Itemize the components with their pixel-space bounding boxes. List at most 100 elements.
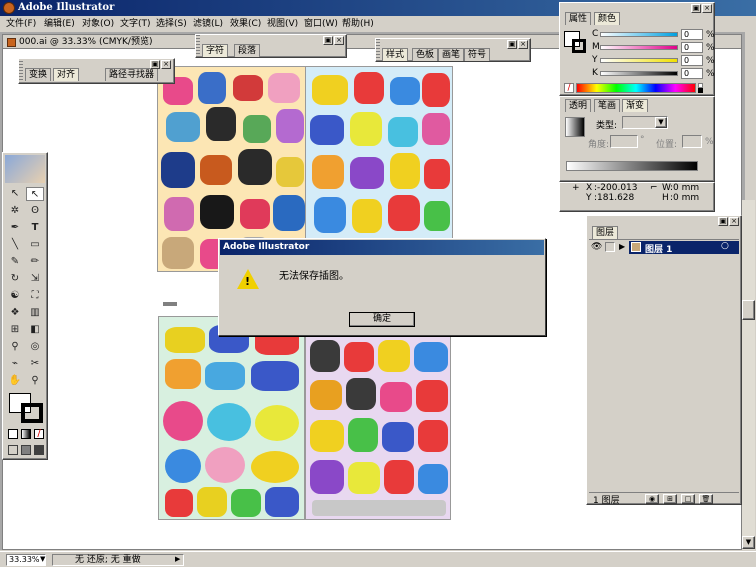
- lock-toggle[interactable]: [605, 242, 615, 252]
- hand-tool-icon[interactable]: ✋: [6, 374, 24, 388]
- tab-character[interactable]: 字符: [202, 44, 229, 57]
- close-icon[interactable]: ×: [702, 4, 712, 13]
- minimize-icon[interactable]: ▣: [323, 36, 333, 45]
- scissors-icon[interactable]: ✂: [26, 357, 44, 371]
- free-transform-icon[interactable]: ⛶: [26, 289, 44, 303]
- menu-object[interactable]: 对象(O): [82, 16, 114, 32]
- menu-view[interactable]: 视图(V): [267, 16, 298, 32]
- angle-input[interactable]: [610, 135, 638, 148]
- chevron-right-icon[interactable]: ▶: [619, 241, 629, 253]
- gradient-slider-bar[interactable]: [566, 161, 698, 171]
- full-screen-icon[interactable]: [34, 445, 44, 455]
- gradient-type-select[interactable]: ▼: [622, 116, 668, 129]
- direct-selection-tool-icon[interactable]: ↖: [26, 187, 44, 201]
- minimize-icon[interactable]: ▣: [718, 217, 728, 226]
- paintbrush-icon[interactable]: ✎: [6, 255, 24, 269]
- tab-transform[interactable]: 变换: [25, 68, 52, 81]
- gradient-mode-icon[interactable]: [21, 429, 31, 439]
- menu-file[interactable]: 文件(F): [6, 16, 36, 32]
- channel-m-input[interactable]: 0: [681, 42, 703, 53]
- panel-grip[interactable]: [376, 39, 380, 61]
- channel-y-input[interactable]: 0: [681, 55, 703, 66]
- panel-grip[interactable]: [19, 59, 23, 83]
- menu-type[interactable]: 文字(T): [120, 16, 151, 32]
- chevron-down-icon[interactable]: ▼: [655, 117, 667, 128]
- scroll-thumb[interactable]: [742, 300, 755, 320]
- scale-tool-icon[interactable]: ⇲: [26, 272, 44, 286]
- status-chevron-icon[interactable]: ▶: [175, 555, 180, 563]
- color-stroke-swatch[interactable]: [572, 39, 586, 53]
- none-mode-icon[interactable]: /: [34, 429, 44, 439]
- menu-window[interactable]: 窗口(W): [304, 16, 338, 32]
- tab-pathfinder[interactable]: 路径寻找器: [105, 68, 159, 81]
- panel-grip[interactable]: [196, 35, 200, 57]
- symbol-sprayer-icon[interactable]: ❖: [6, 306, 24, 320]
- channel-c-slider[interactable]: [600, 32, 678, 37]
- channel-k-slider[interactable]: [600, 71, 678, 76]
- menu-filter[interactable]: 滤镜(L): [193, 16, 223, 32]
- type-tool-icon[interactable]: T: [26, 221, 44, 235]
- make-clip-mask-icon[interactable]: ◉: [645, 494, 659, 504]
- close-icon[interactable]: ×: [729, 217, 739, 226]
- line-tool-icon[interactable]: ╲: [6, 238, 24, 252]
- channel-c-input[interactable]: 0: [681, 29, 703, 40]
- selection-tool-icon[interactable]: ↖: [6, 187, 24, 201]
- tab-brushes[interactable]: 画笔: [438, 48, 465, 61]
- magic-wand-icon[interactable]: ✲: [6, 204, 24, 218]
- eyedropper-icon[interactable]: ⚲: [6, 340, 24, 354]
- blend-tool-icon[interactable]: ◎: [26, 340, 44, 354]
- standard-screen-icon[interactable]: [8, 445, 18, 455]
- minimize-icon[interactable]: ▣: [507, 40, 517, 49]
- color-mode-icon[interactable]: [8, 429, 18, 439]
- graph-tool-icon[interactable]: ▥: [26, 306, 44, 320]
- new-sublayer-icon[interactable]: ⊞: [663, 494, 677, 504]
- gradient-tool-icon[interactable]: ◧: [26, 323, 44, 337]
- illustrator-app-icon[interactable]: [3, 2, 15, 14]
- layer-row-highlight[interactable]: 图层 1 ○: [629, 241, 739, 255]
- minimize-icon[interactable]: ▣: [691, 4, 701, 13]
- close-icon[interactable]: ×: [518, 40, 528, 49]
- tab-stroke[interactable]: 笔画: [594, 99, 621, 112]
- channel-y-slider[interactable]: [600, 58, 678, 63]
- full-screen-menu-icon[interactable]: [21, 445, 31, 455]
- zoom-chevron-icon[interactable]: ▼: [40, 555, 45, 563]
- undo-status-field[interactable]: 无 还原; 无 重做: [52, 554, 184, 566]
- tab-paragraph[interactable]: 段落: [234, 44, 261, 57]
- black-swatch[interactable]: [698, 88, 703, 93]
- tab-color[interactable]: 颜色: [594, 12, 621, 25]
- tab-align[interactable]: 对齐: [53, 68, 80, 81]
- menu-help[interactable]: 帮助(H): [342, 16, 374, 32]
- channel-m-slider[interactable]: [600, 45, 678, 50]
- menu-select[interactable]: 选择(S): [156, 16, 187, 32]
- pencil-icon[interactable]: ✏: [26, 255, 44, 269]
- minimize-icon[interactable]: ▣: [150, 60, 160, 69]
- lasso-icon[interactable]: ʘ: [26, 204, 44, 218]
- zoom-tool-icon[interactable]: ⚲: [26, 374, 44, 388]
- tab-transparency[interactable]: 透明: [565, 99, 592, 112]
- scroll-down-icon[interactable]: ▼: [742, 536, 755, 549]
- location-input[interactable]: [682, 135, 702, 148]
- tab-layers[interactable]: 图层: [592, 226, 619, 239]
- ok-button[interactable]: 确定: [349, 312, 415, 327]
- slice-tool-icon[interactable]: ⌁: [6, 357, 24, 371]
- close-icon[interactable]: ×: [334, 36, 344, 45]
- vertical-scrollbar[interactable]: ▼: [742, 200, 755, 550]
- tab-attributes[interactable]: 属性: [565, 12, 592, 25]
- gradient-preview[interactable]: [565, 117, 585, 137]
- new-layer-icon[interactable]: □: [681, 494, 695, 504]
- none-color-icon[interactable]: /: [564, 83, 574, 93]
- pen-tool-icon[interactable]: ✒: [6, 221, 24, 235]
- channel-k-input[interactable]: 0: [681, 68, 703, 79]
- artwork-boats-image[interactable]: [158, 316, 305, 520]
- eye-icon[interactable]: 👁: [591, 242, 602, 252]
- mesh-tool-icon[interactable]: ⊞: [6, 323, 24, 337]
- warp-tool-icon[interactable]: ☯: [6, 289, 24, 303]
- close-icon[interactable]: ×: [161, 60, 171, 69]
- color-spectrum-bar[interactable]: [576, 83, 696, 93]
- target-circle-icon[interactable]: ○: [721, 241, 729, 251]
- tab-gradient[interactable]: 渐变: [622, 99, 649, 112]
- artwork-toys-image[interactable]: [305, 335, 451, 520]
- delete-layer-icon[interactable]: 🗑: [699, 494, 713, 504]
- rotate-tool-icon[interactable]: ↻: [6, 272, 24, 286]
- menu-effect[interactable]: 效果(C): [230, 16, 261, 32]
